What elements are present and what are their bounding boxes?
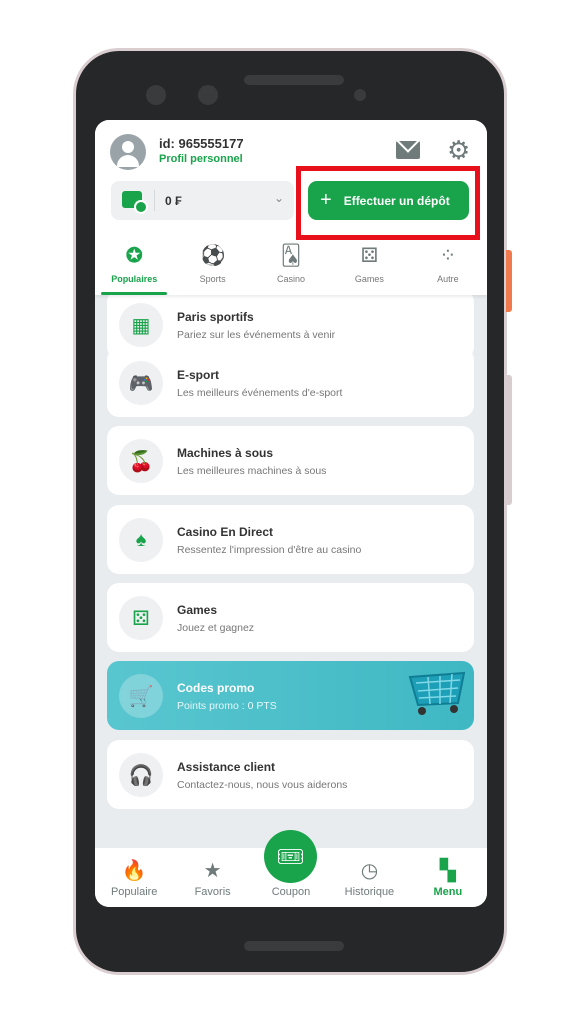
item-subtitle: Ressentez l'impression d'être au casino — [177, 544, 362, 556]
volume-button — [506, 375, 512, 505]
profile-link[interactable]: Profil personnel — [159, 153, 243, 165]
cards-icon: 🂡 — [280, 245, 302, 267]
item-title: Paris sportifs — [177, 310, 254, 324]
cart-icon: 🛒 — [119, 674, 163, 718]
tab-label: Games — [354, 274, 384, 284]
menu-item-codes-promo[interactable]: 🛒 Codes promo Points promo : 0 PTS — [107, 661, 474, 730]
nav-label: Coupon — [271, 886, 311, 898]
tab-games[interactable]: ⚄ Games — [330, 240, 408, 295]
tab-populaires[interactable]: ✪ Populaires — [95, 240, 173, 295]
star-icon: ★ — [203, 860, 222, 882]
deposit-label: Effectuer un dépôt — [343, 193, 450, 208]
user-id: id: 965555177 — [159, 136, 244, 151]
tab-label: Sports — [199, 274, 226, 284]
tab-label: Autre — [437, 274, 459, 284]
item-title: Machines à sous — [177, 446, 274, 460]
gear-icon[interactable]: ⚙ — [447, 137, 470, 163]
bottom-speaker — [244, 941, 344, 951]
wallet-icon — [122, 191, 148, 214]
coupon-button[interactable]: 🎟 — [264, 830, 317, 883]
calendar-icon: ▦ — [119, 303, 163, 347]
item-subtitle: Les meilleurs événements d'e-sport — [177, 387, 343, 399]
star-badge-icon: ✪ — [125, 245, 143, 267]
item-title: Codes promo — [177, 681, 255, 695]
nav-label: Historique — [344, 886, 395, 898]
clock-icon: ◷ — [360, 860, 379, 882]
item-subtitle: Points promo : 0 PTS — [177, 700, 277, 712]
nav-historique[interactable]: ◷ Historique — [330, 848, 408, 907]
dice-icon: ⚄ — [119, 596, 163, 640]
nav-favoris[interactable]: ★ Favoris — [173, 848, 251, 907]
menu-item-games[interactable]: ⚄ Games Jouez et gagnez — [107, 583, 474, 652]
menu-item-assistance[interactable]: 🎧 Assistance client Contactez-nous, nous v… — [107, 740, 474, 809]
category-tabs: ✪ Populaires ⚽ Sports 🂡 Casino ⚄ Games ⁘ Autr… — [95, 240, 487, 295]
item-subtitle: Pariez sur les événements à venir — [177, 329, 336, 341]
menu-item-casino-direct[interactable]: ♠ Casino En Direct Ressentez l'impression … — [107, 505, 474, 574]
speaker — [244, 75, 344, 85]
chevron-down-icon: ⌄ — [274, 191, 285, 205]
sensor — [198, 85, 218, 105]
grid-icon: ▚ — [440, 860, 456, 882]
item-subtitle: Les meilleures machines à sous — [177, 465, 327, 477]
balance-selector[interactable]: 0 ₣ ⌄ — [111, 181, 294, 220]
item-title: Assistance client — [177, 760, 276, 774]
bubbles-icon: ⁘ — [439, 245, 457, 267]
item-subtitle: Contactez-nous, nous vous aiderons — [177, 779, 348, 791]
item-title: Games — [177, 603, 218, 617]
nav-label: Menu — [433, 886, 463, 898]
mail-icon[interactable] — [396, 141, 420, 159]
spade-icon: ♠ — [119, 518, 163, 562]
power-button — [506, 250, 512, 312]
gamepad-icon: 🎮 — [119, 361, 163, 405]
nav-label: Favoris — [194, 886, 231, 898]
tab-autre[interactable]: ⁘ Autre — [409, 240, 487, 295]
tab-sports[interactable]: ⚽ Sports — [173, 240, 251, 295]
menu-item-esport[interactable]: 🎮 E-sport Les meilleurs événements d'e-spo… — [107, 348, 474, 417]
camera — [146, 85, 166, 105]
screen: id: 965555177 Profil personnel ⚙ 0 ₣ ⌄ +… — [95, 120, 487, 907]
divider — [154, 190, 155, 211]
flame-icon: 🔥 — [121, 860, 147, 882]
plus-icon: + — [320, 189, 332, 211]
nav-populaire[interactable]: 🔥 Populaire — [95, 848, 173, 907]
cherry-icon: 🍒 — [119, 439, 163, 483]
tab-label: Populaires — [111, 274, 158, 284]
dice-icon: ⚄ — [360, 245, 379, 267]
basket-illustration — [408, 671, 466, 715]
deposit-button[interactable]: + Effectuer un dépôt — [308, 181, 469, 220]
balance-value: 0 ₣ — [165, 194, 182, 208]
item-title: E-sport — [177, 368, 219, 382]
ticket-icon: 🎟 — [276, 843, 305, 869]
header: id: 965555177 Profil personnel ⚙ 0 ₣ ⌄ +… — [95, 120, 487, 295]
headset-icon: 🎧 — [119, 753, 163, 797]
tab-casino[interactable]: 🂡 Casino — [252, 240, 330, 295]
menu-item-machines[interactable]: 🍒 Machines à sous Les meilleures machines … — [107, 426, 474, 495]
avatar[interactable] — [110, 134, 146, 170]
tab-label: Casino — [277, 274, 306, 284]
item-title: Casino En Direct — [177, 525, 274, 539]
soccer-ball-icon: ⚽ — [200, 245, 226, 267]
sensor-small — [354, 89, 366, 101]
nav-label: Populaire — [110, 886, 158, 898]
nav-menu[interactable]: ▚ Menu — [409, 848, 487, 907]
item-subtitle: Jouez et gagnez — [177, 622, 255, 634]
